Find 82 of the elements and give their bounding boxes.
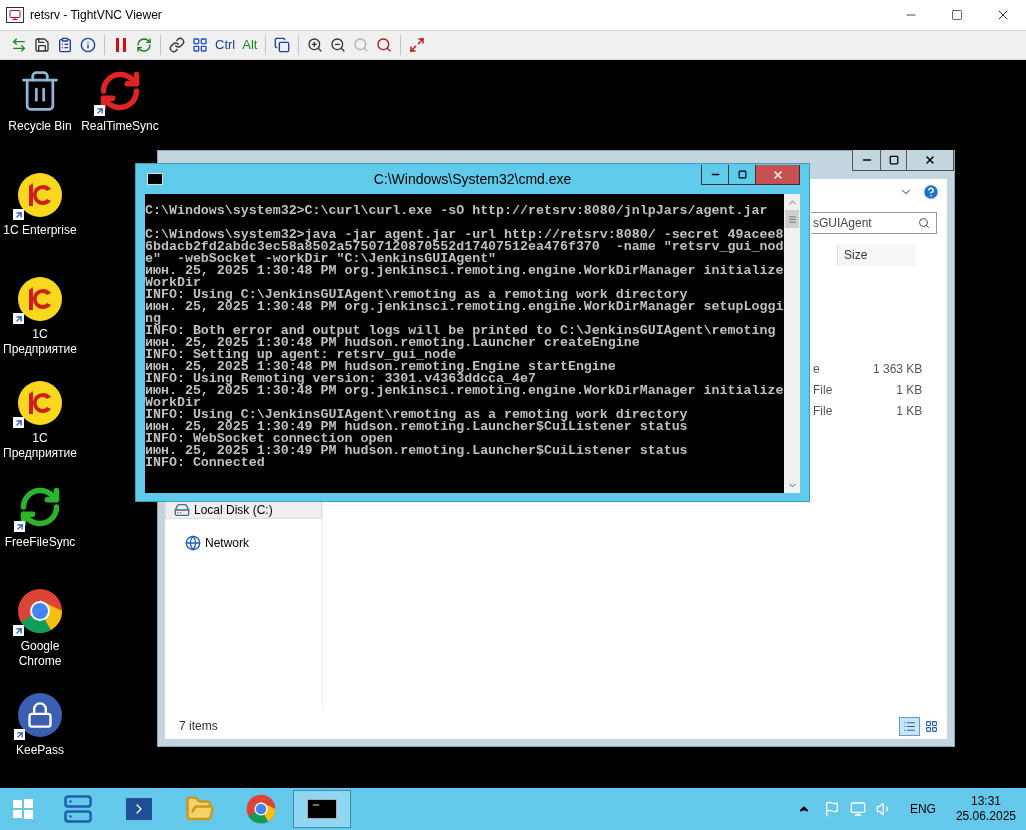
clock[interactable]: 13:31 25.06.2025 [955,794,1016,824]
console-line: 6bdacb2fd2abdc3ec58a8502a57507120870552d17407512ea476f370 -name "retsrv_gui_nod [145,241,784,253]
app-icon [6,7,24,23]
console-line: INFO: Setting up agent: retsrv_gui_node [145,349,457,361]
desktop-icon-label[interactable]: 1C Предприятие [0,431,80,461]
save-icon[interactable] [32,35,52,55]
toolbar-button[interactable]: Ctrl [213,35,238,55]
server-icon [63,794,93,824]
scrollbar[interactable] [784,194,800,493]
taskbar-button[interactable] [293,790,351,828]
minimize-button[interactable] [853,150,881,170]
grip-icon [787,214,797,224]
console-line: C:\Windows\system32>java -jar agent.jar -url http://retsrv:8080/ -secret 49acee8 [145,229,784,241]
search-icon [918,217,930,229]
console-line: INFO: Both error and output logs will be printed to C:\JenkinsGUIAgent\remoting [145,325,776,337]
console-line: INFO: Using C:\JenkinsGUIAgent\remoting as a remoting work directory [145,409,688,421]
help-icon[interactable] [922,183,940,201]
console-line: WorkDir [145,277,201,289]
type-cell-text: e [813,360,820,378]
console-line: C:\Windows\system32>C:\curl\curl.exe -sO http://retsrv:8080/jnlpJars/agent.jar [145,205,768,217]
console-line: ng [145,313,161,325]
size-cell-text: 1 KB [895,402,923,420]
console-line: июн. 25, 2025 1:30:48 PM hudson.remoting.Engine startEngine [145,361,616,373]
window-title: retsrv - TightVNC Viewer [30,7,162,24]
console-line: INFO: WebSocket connection open [145,433,393,445]
desktop-icon-label[interactable]: Recycle Bin [8,119,72,134]
logo-icon [17,172,63,218]
sync-icon [18,485,62,529]
drive-icon [174,501,190,518]
console-line: INFO: Connected [145,457,265,469]
console-line: INFO: Using C:\JenkinsGUIAgent\remoting as a remoting work directory [145,289,688,301]
maximize-icon [737,170,747,179]
console-line: июн. 25, 2025 1:30:48 PM org.jenkinsci.remoting.engine.WorkDirManager setupLoggi [145,301,784,313]
desktop-icon-label[interactable]: Google Chrome [0,639,80,669]
browser-icon [17,588,63,634]
link-icon[interactable] [167,35,187,55]
close-icon [924,154,936,166]
desktop-icon-label[interactable]: 1C Enterprise [3,223,77,238]
maximize-icon [888,155,899,165]
size-cell-text: 1 KB [895,381,923,399]
desktop-icon-label[interactable]: 1C Предприятие [0,327,80,357]
lock-icon [18,693,62,737]
list-icon [903,720,916,733]
terminal-icon [126,798,152,820]
console-line: e" -webSocket -workDir "C:\JenkinsGUIAgent" [145,253,497,265]
maximize-icon [951,9,963,21]
desktop-icon-label[interactable]: RealTimeSync [81,119,159,134]
info-icon[interactable] [78,35,98,55]
type-cell-text: File [813,402,833,420]
column-header[interactable]: Size [837,244,916,266]
grid-icon [925,720,938,733]
console-line: WorkDir [145,397,201,409]
maximize-button[interactable] [881,150,907,170]
console-line: июн. 25, 2025 1:30:48 PM org.jenkinsci.remoting.engine.WorkDirManager initialize [145,265,784,277]
refresh-icon[interactable] [134,35,154,55]
terminal-icon [307,799,337,819]
desktop-icon-label[interactable]: FreeFileSync [4,535,76,550]
console-line: июн. 25, 2025 1:30:48 PM org.jenkinsci.remoting.engine.WorkDirManager initialize [145,385,784,397]
language-indicator[interactable]: ENG [909,800,936,818]
toolbar-button[interactable]: Alt [240,35,260,55]
desktop-icon-label[interactable]: KeePass [16,743,64,758]
network-icon [185,534,201,551]
console-line: INFO: Using Remoting version: 3301.v4363ddcca_4e7 [145,373,536,385]
status-text: 7 items [179,718,218,735]
logo-icon [17,380,63,426]
console-line: июн. 25, 2025 1:30:49 PM hudson.remoting.Launcher$CuiListener status [145,445,688,457]
console-line: июн. 25, 2025 1:30:49 PM hudson.remoting.Launcher$CuiListener status [145,421,688,433]
sync-icon [98,69,142,113]
logo-icon [17,276,63,322]
close-icon [771,168,784,181]
type-cell-text: File [813,381,833,399]
search-field[interactable]: sGUIAgent [811,212,937,234]
scroll-thumb[interactable] [785,210,799,228]
grid-icon[interactable] [190,35,210,55]
nav-item[interactable]: Network [165,533,322,552]
browser-icon [246,794,276,824]
console-icon [147,173,163,185]
size-cell-text: 1 363 KB [871,360,923,378]
console-line: июн. 25, 2025 1:30:48 PM hudson.remoting.Launcher createEngine [145,337,640,349]
windows-logo-icon [13,799,33,819]
view-button[interactable] [899,717,920,736]
window-title: C:\Windows\System32\cmd.exe [373,169,572,189]
